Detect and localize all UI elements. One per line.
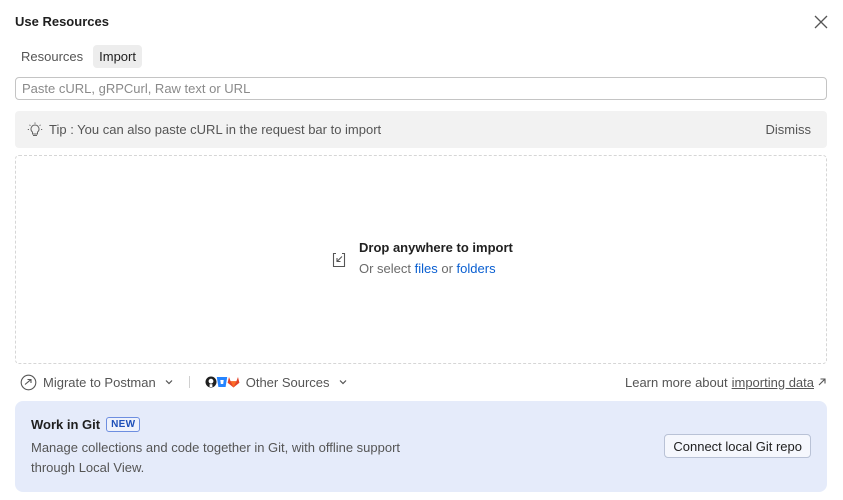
drop-zone[interactable]: Drop anywhere to import Or select files … <box>15 155 827 364</box>
work-in-git-card: Work in Git NEW Manage collections and c… <box>15 401 827 492</box>
use-resources-dialog: Use Resources Resources Import Tip : You… <box>0 0 843 500</box>
drop-zone-content: Drop anywhere to import Or select files … <box>331 239 513 278</box>
gitlab-icon <box>227 377 240 388</box>
other-sources-label: Other Sources <box>245 374 330 390</box>
drop-subtitle-prefix: Or select <box>359 261 415 276</box>
import-file-icon <box>332 252 346 268</box>
close-icon[interactable] <box>813 14 829 30</box>
divider <box>188 376 190 388</box>
external-link-icon[interactable] <box>817 377 827 387</box>
dismiss-button[interactable]: Dismiss <box>766 122 816 137</box>
tip-banner: Tip : You can also paste cURL in the req… <box>15 111 827 148</box>
drop-subtitle-middle: or <box>437 261 457 276</box>
importing-data-link[interactable]: importing data <box>732 375 814 390</box>
connect-local-git-repo-button[interactable]: Connect local Git repo <box>664 434 811 458</box>
migrate-label: Migrate to Postman <box>43 374 156 390</box>
git-card-title-text: Work in Git <box>31 417 101 432</box>
tab-resources[interactable]: Resources <box>15 45 89 68</box>
dialog-title: Use Resources <box>15 14 109 29</box>
drop-subtitle: Or select files or folders <box>359 260 513 278</box>
chevron-down-icon <box>339 380 346 385</box>
lightbulb-icon <box>27 122 43 136</box>
new-badge: NEW <box>106 417 141 432</box>
tab-bar: Resources Import <box>15 45 142 68</box>
migrate-to-postman-dropdown[interactable]: Migrate to Postman <box>15 371 179 393</box>
drop-title: Drop anywhere to import <box>359 240 513 255</box>
tip-text: Tip : You can also paste cURL in the req… <box>49 122 382 137</box>
other-sources-dropdown[interactable]: Other Sources <box>200 371 353 393</box>
tab-import[interactable]: Import <box>93 45 142 68</box>
migrate-icon <box>20 374 37 390</box>
learn-more: Learn more about importing data <box>625 375 827 390</box>
select-files-link[interactable]: files <box>415 261 438 276</box>
learn-more-prefix: Learn more about <box>624 374 728 390</box>
git-card-title: Work in Git NEW <box>31 417 811 432</box>
select-folders-link[interactable]: folders <box>457 261 496 276</box>
import-input[interactable] <box>15 77 827 100</box>
git-card-description: Manage collections and code together in … <box>31 440 401 475</box>
import-options-bar: Migrate to Postman Other Sources Learn m… <box>15 371 827 393</box>
chevron-down-icon <box>165 380 173 385</box>
